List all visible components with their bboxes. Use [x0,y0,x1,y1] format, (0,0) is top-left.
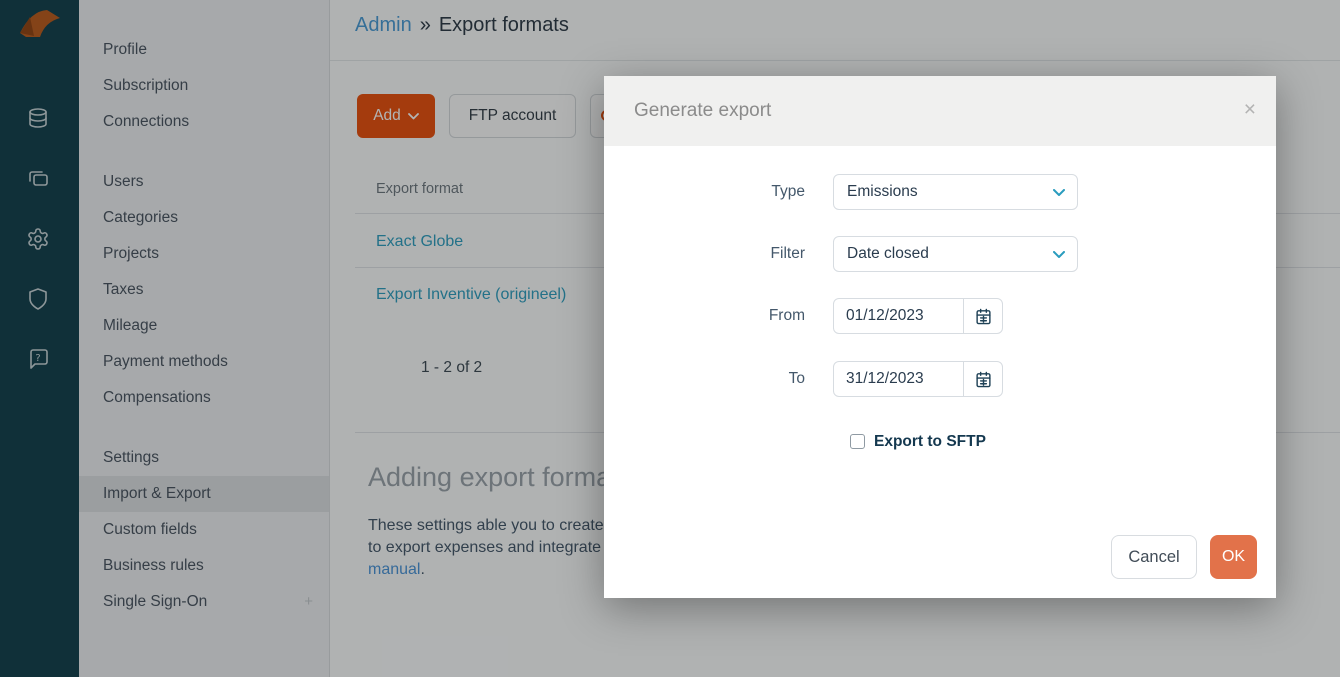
type-select[interactable]: Emissions [833,174,1078,210]
cancel-button[interactable]: Cancel [1111,535,1197,579]
to-date-input[interactable] [834,362,963,396]
from-label: From [604,298,805,334]
app-window: ? Profile Subscription Connections Users… [0,0,1340,677]
close-icon[interactable]: × [1244,98,1256,122]
dialog-header: Generate export × [604,76,1276,146]
filter-select-value: Date closed [847,237,929,271]
chevron-down-icon [1053,189,1065,197]
type-select-value: Emissions [847,175,918,209]
calendar-icon[interactable] [963,362,1002,396]
from-date-field [833,298,1003,334]
export-to-sftp-label: Export to SFTP [874,428,986,456]
from-date-input[interactable] [834,299,963,333]
chevron-down-icon [1053,251,1065,259]
to-date-field [833,361,1003,397]
ok-button[interactable]: OK [1210,535,1257,579]
export-to-sftp-checkbox[interactable] [850,434,865,449]
dialog-title: Generate export [634,76,771,146]
generate-export-dialog: Generate export × Type Emissions Filter … [604,76,1276,598]
filter-select[interactable]: Date closed [833,236,1078,272]
type-label: Type [604,174,805,210]
filter-label: Filter [604,236,805,272]
calendar-icon[interactable] [963,299,1002,333]
to-label: To [604,361,805,397]
